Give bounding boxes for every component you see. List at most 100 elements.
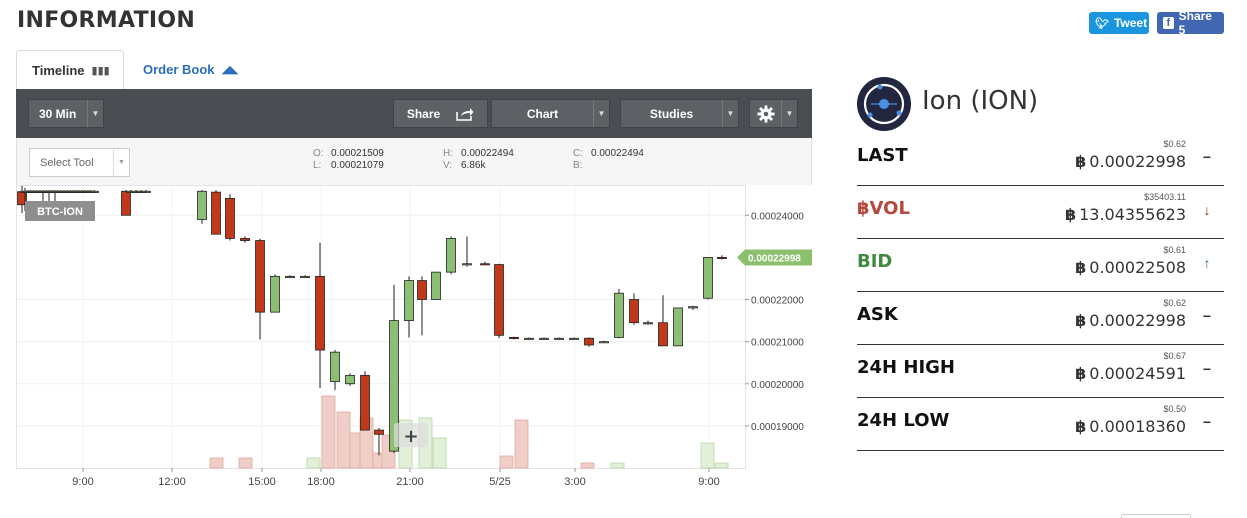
candle xyxy=(494,263,504,339)
bar-chart-icon: ▮▮▮ xyxy=(91,64,110,77)
candle-body xyxy=(285,275,295,278)
volume-value: 6.86k xyxy=(461,160,486,171)
candle-body xyxy=(197,190,207,220)
price-chart-svg[interactable]: 0.00024000 0.00022000 0.00021000 0.00020000… xyxy=(16,185,812,495)
trend-down-icon: ↓ xyxy=(1203,202,1211,218)
facebook-icon: f xyxy=(1163,17,1174,29)
candle-body xyxy=(89,190,99,193)
candle-body xyxy=(629,299,639,324)
trend-flat-icon: − xyxy=(1202,361,1212,377)
volume-bar xyxy=(321,395,336,469)
candle-body xyxy=(462,263,472,266)
ohlc-open-low: O: 0.00021509 L: 0.00021079 xyxy=(313,148,384,172)
open-key: O: xyxy=(313,148,324,159)
ohlc-bar: Select Tool ▼ O: 0.00021509 L: 0.00021079 … xyxy=(16,138,812,185)
stat-btc-amount: 0.00018360 xyxy=(1089,417,1186,436)
tab-order-book[interactable]: Order Book ◢◣ xyxy=(128,50,253,89)
candle-body xyxy=(673,307,683,347)
high-value: 0.00022494 xyxy=(461,148,514,159)
chart-type-label: Chart xyxy=(526,106,559,121)
stat-btc-value: ฿ 0.00018360 xyxy=(1075,417,1186,436)
plus-icon: + xyxy=(403,426,418,447)
candle-body xyxy=(141,190,151,193)
interval-select[interactable]: 30 Min ▼ xyxy=(28,99,104,128)
share-chart-button[interactable]: Share xyxy=(393,99,488,128)
stat-label: ฿VOL xyxy=(857,198,910,219)
tab-timeline[interactable]: Timeline ▮▮▮ xyxy=(16,50,124,89)
twitter-bird-icon: 🐦︎ xyxy=(1095,17,1109,30)
candle-body xyxy=(569,337,579,340)
candle xyxy=(446,236,456,275)
x-tick-label: 3:00 xyxy=(564,476,585,488)
stat-label: 24H LOW xyxy=(857,410,950,431)
low-key: L: xyxy=(313,160,322,171)
partial-control xyxy=(1121,514,1191,518)
x-tick-label: 9:00 xyxy=(72,476,93,488)
candle-body xyxy=(494,264,504,336)
x-tick-label: 18:00 xyxy=(307,476,335,488)
close-key: C: xyxy=(573,148,583,159)
candle-body xyxy=(658,322,668,347)
stat-label: LAST xyxy=(857,145,908,166)
candle-body xyxy=(404,280,414,321)
candle-body xyxy=(509,337,519,340)
settings-button[interactable]: ▼ xyxy=(749,99,798,128)
volume-bar xyxy=(580,462,595,469)
share-icon xyxy=(456,107,474,121)
tab-order-book-label: Order Book xyxy=(143,62,215,77)
stat-btc-amount: 0.00022998 xyxy=(1089,311,1186,330)
candle-body xyxy=(374,429,384,435)
volume-bar xyxy=(610,462,625,469)
stat-label: BID xyxy=(857,251,893,272)
volume-bar xyxy=(336,411,351,469)
stat-label: 24H HIGH xyxy=(857,357,955,378)
candle-body xyxy=(240,238,250,241)
y-tick-label: 0.00020000 xyxy=(751,380,804,391)
stat-btc-amount: 0.00024591 xyxy=(1089,364,1186,383)
select-tool-dropdown[interactable]: Select Tool ▼ xyxy=(29,148,130,177)
x-tick-label: 9:00 xyxy=(698,476,719,488)
candle-body xyxy=(584,337,594,346)
candle-body xyxy=(524,337,534,340)
candle xyxy=(614,288,624,339)
trend-flat-icon: − xyxy=(1202,414,1212,430)
chart-type-select[interactable]: Chart ▼ xyxy=(491,99,610,128)
share-count-label: Share 5 xyxy=(1178,9,1212,37)
volume-bar xyxy=(714,462,729,469)
candle-body xyxy=(643,322,653,325)
coin-name: Ion (ION) xyxy=(922,86,1039,116)
low-value: 0.00021079 xyxy=(331,160,384,171)
candle-body xyxy=(431,271,441,300)
ohlc-close-b: C: 0.00022494 B: xyxy=(573,148,644,172)
chevron-down-icon: ▼ xyxy=(593,100,609,127)
y-tick-label: 0.00022000 xyxy=(751,296,804,307)
volume-bar xyxy=(238,457,253,469)
price-chart[interactable]: 0.00024000 0.00022000 0.00021000 0.00020000… xyxy=(16,185,812,495)
open-value: 0.00021509 xyxy=(331,148,384,159)
volume-bar xyxy=(306,457,321,469)
trend-flat-icon: − xyxy=(1202,149,1212,165)
candle-body xyxy=(539,337,549,340)
tweet-button[interactable]: 🐦︎ Tweet xyxy=(1089,12,1149,34)
candle-body xyxy=(614,292,624,338)
bitcoin-icon: ฿ xyxy=(1075,364,1087,383)
bitcoin-icon: ฿ xyxy=(1075,258,1087,277)
candle-body xyxy=(270,275,280,313)
candle-body xyxy=(211,191,221,235)
interval-value: 30 Min xyxy=(39,106,77,121)
select-tool-placeholder: Select Tool xyxy=(40,157,94,169)
facebook-share-button[interactable]: f Share 5 xyxy=(1157,9,1224,37)
candle-body xyxy=(300,275,310,278)
stat-row-vol: ฿VOL $35403.11 ฿ 13.04355623 ↓ xyxy=(857,186,1224,239)
candle-body xyxy=(121,190,131,216)
candle-body xyxy=(599,341,609,344)
page-title: INFORMATION xyxy=(17,8,196,33)
candle-body xyxy=(255,240,265,313)
stat-row-24h-low: 24H LOW $0.50 ฿ 0.00018360− xyxy=(857,398,1224,451)
candle-body xyxy=(360,374,370,431)
tab-timeline-label: Timeline xyxy=(32,62,85,78)
y-tick-label: 0.00021000 xyxy=(751,338,804,349)
candle-body xyxy=(345,374,355,385)
studies-select[interactable]: Studies ▼ xyxy=(620,99,739,128)
candle xyxy=(584,337,594,347)
